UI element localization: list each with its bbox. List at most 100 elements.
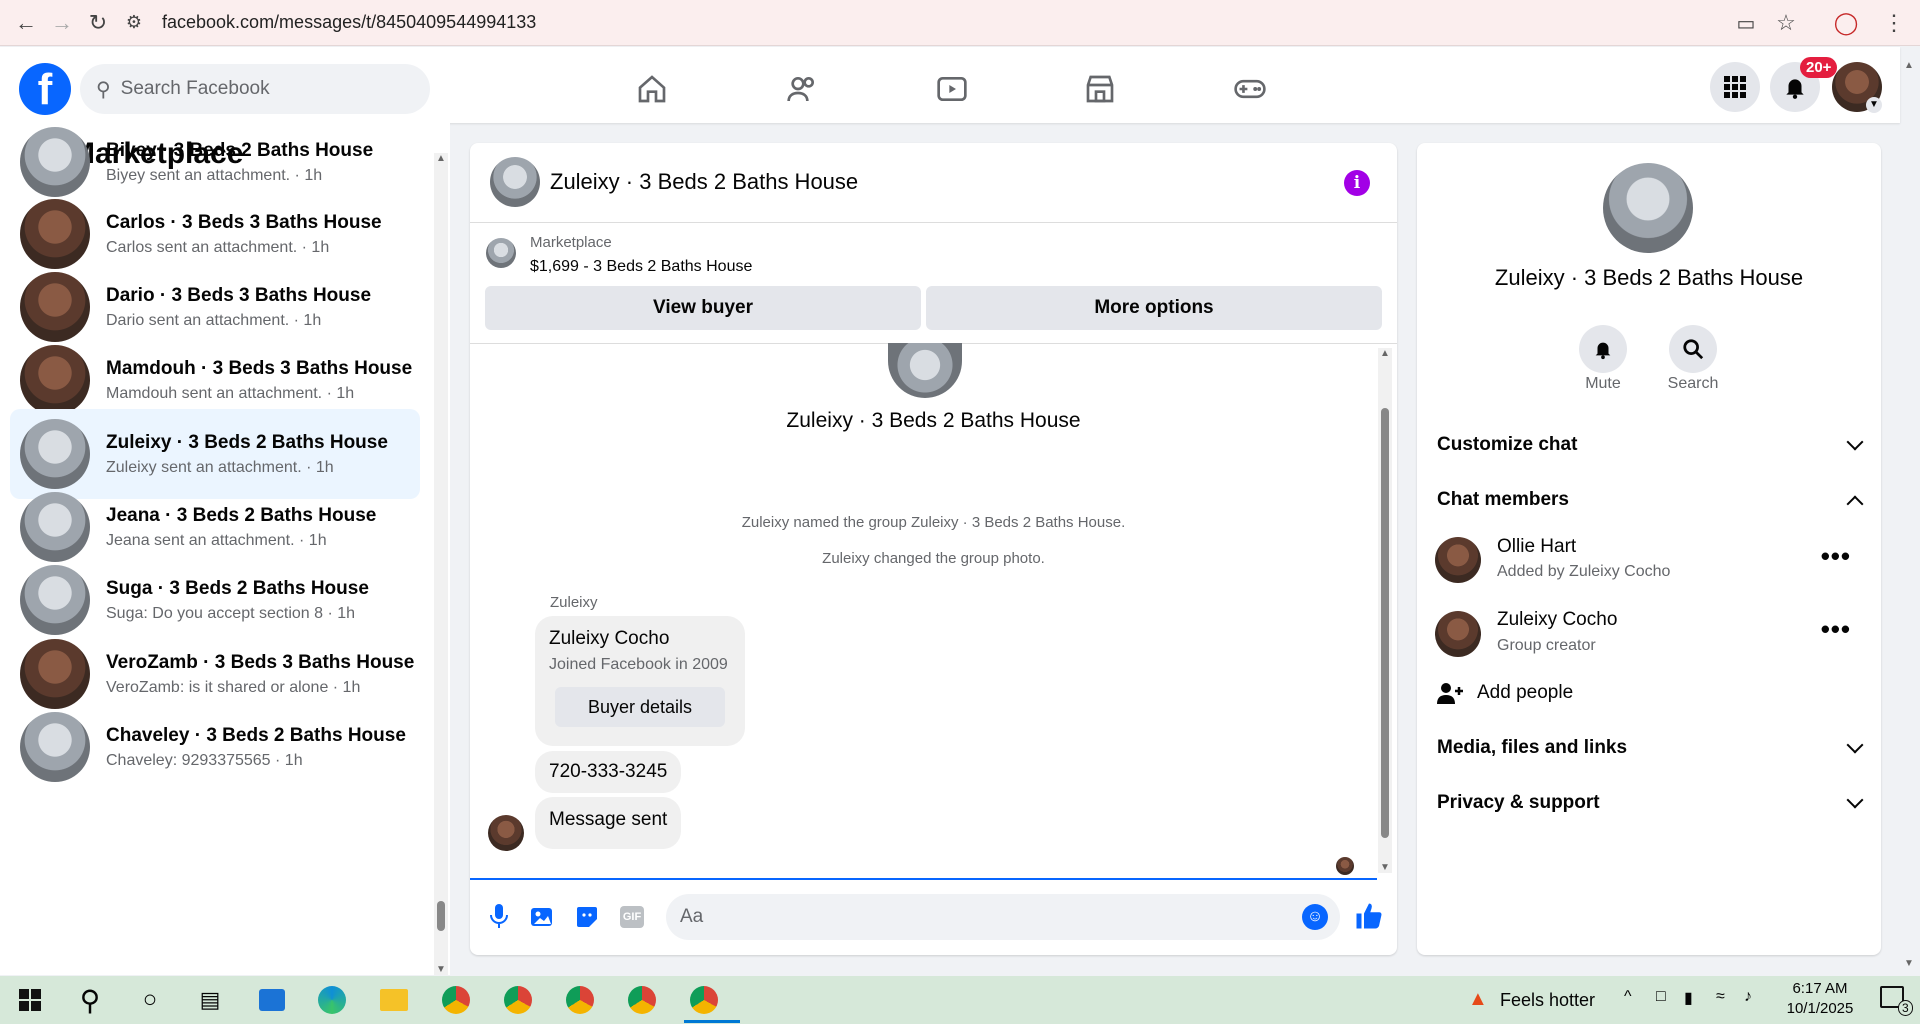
- chevron-down-icon[interactable]: [1846, 791, 1864, 809]
- group-name: Zuleixy · 3 Beds 2 Baths House: [786, 409, 1081, 432]
- member-avatar[interactable]: [1435, 611, 1481, 657]
- marketplace-icon[interactable]: [1078, 67, 1122, 111]
- sticker-icon[interactable]: [575, 905, 599, 934]
- menu-dots-icon[interactable]: ⋮: [1876, 5, 1912, 41]
- info-icon[interactable]: i: [1344, 170, 1370, 196]
- conversation-item[interactable]: Chaveley · 3 Beds 2 Baths House Chaveley:…: [10, 702, 420, 792]
- chrome-app-icon[interactable]: [684, 982, 724, 1018]
- bookmark-star-icon[interactable]: ☆: [1768, 5, 1804, 41]
- account-chevron-down-icon[interactable]: ▼: [1866, 97, 1882, 113]
- buyer-details-button[interactable]: Buyer details: [555, 687, 725, 727]
- listing-text[interactable]: $1,699 - 3 Beds 2 Baths House: [530, 258, 752, 276]
- chevron-up-icon[interactable]: [1846, 495, 1864, 513]
- microphone-icon[interactable]: [488, 903, 510, 934]
- cortana-icon[interactable]: ○: [130, 982, 170, 1018]
- facebook-logo-icon[interactable]: f: [19, 63, 71, 115]
- conversation-thumbnail: [20, 712, 90, 782]
- sender-avatar[interactable]: [488, 815, 524, 851]
- file-explorer-icon[interactable]: [374, 982, 414, 1018]
- message-bubble[interactable]: 720-333-3245: [535, 751, 682, 793]
- page-scroll-down-icon[interactable]: ▼: [1904, 958, 1914, 969]
- scroll-up-arrow-icon[interactable]: ▲: [436, 153, 446, 164]
- chrome-app-icon[interactable]: [498, 982, 538, 1018]
- conversation-text: Carlos · 3 Beds 3 Baths House Carlos sent…: [106, 212, 382, 257]
- browser-toolbar: ← → ↻ ⚙ facebook.com/messages/t/84504095…: [0, 0, 1920, 46]
- conversation-thumbnail: [20, 272, 90, 342]
- listing-thumbnail[interactable]: [486, 238, 516, 268]
- chat-members-section[interactable]: Chat members: [1437, 489, 1569, 511]
- privacy-support-section[interactable]: Privacy & support: [1437, 792, 1600, 814]
- member-name[interactable]: Ollie Hart: [1497, 536, 1576, 558]
- customize-chat-section[interactable]: Customize chat: [1437, 434, 1577, 456]
- scrollbar-thumb[interactable]: [437, 901, 445, 931]
- search-chat-button[interactable]: [1669, 325, 1717, 373]
- emoji-icon[interactable]: ☺: [1302, 904, 1328, 930]
- chevron-down-icon[interactable]: [1846, 433, 1864, 451]
- clock-time[interactable]: 6:17 AM: [1780, 980, 1860, 997]
- info-title: Zuleixy · 3 Beds 2 Baths House: [1494, 265, 1804, 290]
- media-files-section[interactable]: Media, files and links: [1437, 737, 1627, 759]
- magnifier-icon: [1683, 339, 1704, 360]
- home-icon[interactable]: [630, 67, 674, 111]
- view-buyer-button[interactable]: View buyer: [485, 286, 921, 330]
- chat-avatar[interactable]: [490, 157, 540, 207]
- group-avatar[interactable]: [1603, 163, 1693, 253]
- conversation-preview: Chaveley: 9293375565 · 1h: [106, 751, 303, 769]
- member-more-icon[interactable]: •••: [1821, 541, 1851, 572]
- conversation-text: Mamdouh · 3 Beds 3 Baths House Mamdouh se…: [106, 358, 412, 403]
- watch-icon[interactable]: [930, 67, 974, 111]
- add-person-icon[interactable]: [1437, 681, 1463, 710]
- search-input[interactable]: ⚲ Search Facebook: [80, 64, 430, 114]
- add-people-button[interactable]: Add people: [1477, 682, 1573, 704]
- scroll-down-arrow-icon[interactable]: ▼: [1380, 862, 1390, 873]
- meet-now-icon[interactable]: □: [1656, 988, 1666, 1006]
- conversation-scrollbar[interactable]: ▲ ▼: [434, 153, 448, 975]
- reload-icon[interactable]: ↻: [80, 5, 116, 41]
- volume-icon[interactable]: ♪: [1744, 988, 1752, 1006]
- search-icon[interactable]: ⚲: [70, 982, 110, 1018]
- group-photo[interactable]: [888, 343, 962, 398]
- menu-grid-icon[interactable]: [1710, 62, 1760, 112]
- member-name[interactable]: Zuleixy Cocho: [1497, 609, 1617, 631]
- gaming-icon[interactable]: [1228, 67, 1272, 111]
- chevron-down-icon[interactable]: [1846, 736, 1864, 754]
- tray-chevron-up-icon[interactable]: ^: [1624, 988, 1632, 1006]
- edge-browser-icon[interactable]: [312, 982, 352, 1018]
- task-view-icon[interactable]: ▤: [190, 982, 230, 1018]
- friends-icon[interactable]: [780, 67, 824, 111]
- scroll-up-arrow-icon[interactable]: ▲: [1380, 348, 1390, 359]
- conversation-text: Zuleixy · 3 Beds 2 Baths House Zuleixy se…: [106, 432, 388, 477]
- message-input[interactable]: Aa ☺: [666, 894, 1340, 940]
- photo-icon[interactable]: [530, 905, 556, 934]
- chrome-app-icon[interactable]: [436, 982, 476, 1018]
- conversation-text: Jeana · 3 Beds 2 Baths House Jeana sent a…: [106, 505, 376, 550]
- card-name: Zuleixy Cocho: [549, 628, 670, 649]
- like-thumb-icon[interactable]: [1354, 901, 1384, 936]
- chat-title[interactable]: Zuleixy · 3 Beds 2 Baths House: [550, 169, 858, 195]
- chat-scrollbar[interactable]: ▲ ▼: [1378, 348, 1392, 873]
- message-bubble[interactable]: Message sent: [535, 797, 682, 849]
- forward-icon[interactable]: →: [44, 5, 80, 41]
- gif-icon[interactable]: GIF: [620, 906, 644, 928]
- battery-icon[interactable]: ▮: [1684, 988, 1693, 1008]
- weather-text[interactable]: Feels hotter: [1500, 990, 1595, 1011]
- install-icon[interactable]: ▭: [1728, 5, 1764, 41]
- member-avatar[interactable]: [1435, 537, 1481, 583]
- site-settings-icon[interactable]: ⚙: [116, 5, 152, 41]
- conversation-text: VeroZamb · 3 Beds 3 Baths House VeroZamb:…: [106, 652, 414, 697]
- profile-icon[interactable]: ◯: [1828, 5, 1864, 41]
- mute-button[interactable]: [1579, 325, 1627, 373]
- photos-app-icon[interactable]: [252, 982, 292, 1018]
- clock-date[interactable]: 10/1/2025: [1780, 1000, 1860, 1017]
- more-options-button[interactable]: More options: [926, 286, 1382, 330]
- chrome-app-icon[interactable]: [560, 982, 600, 1018]
- page-scroll-up-icon[interactable]: ▲: [1904, 60, 1914, 71]
- wifi-icon[interactable]: ≈: [1716, 988, 1725, 1006]
- scrollbar-thumb[interactable]: [1381, 408, 1389, 838]
- back-icon[interactable]: ←: [8, 5, 44, 41]
- windows-start-icon[interactable]: [10, 982, 50, 1018]
- address-bar[interactable]: facebook.com/messages/t/8450409544994133: [162, 12, 536, 33]
- member-more-icon[interactable]: •••: [1821, 614, 1851, 645]
- chrome-app-icon[interactable]: [622, 982, 662, 1018]
- scroll-down-arrow-icon[interactable]: ▼: [436, 964, 446, 975]
